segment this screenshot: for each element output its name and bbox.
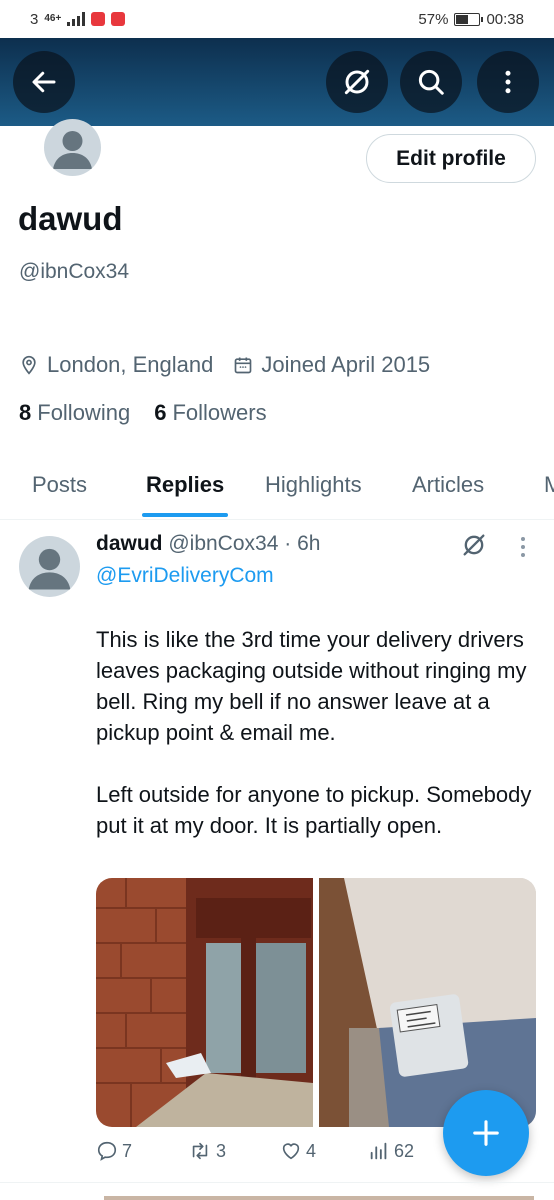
following-count: 8 [19,400,32,425]
tweet-time: 6h [297,532,321,555]
profile-meta: London, England Joined April 2015 [19,352,430,378]
tab-more-partial[interactable]: M [544,472,554,498]
reply-button[interactable]: 7 [96,1140,132,1162]
follow-stats: 8 Following 6 Followers [19,400,291,426]
status-left: 3 46+ [30,10,126,28]
reply-icon [97,1141,117,1161]
profile-handle: @ibnCox34 [19,260,130,283]
photo-door-package[interactable] [96,878,313,1127]
search-icon [418,69,444,95]
grok-icon [463,534,485,556]
back-arrow-icon [32,71,56,93]
network-type: 46+ [44,13,62,24]
tweet-paragraph: This is like the 3rd time your delivery … [96,627,527,745]
location-icon [19,354,39,376]
tweet-text: This is like the 3rd time your delivery … [96,624,541,872]
tab-highlights[interactable]: Highlights [265,472,362,498]
view-count: 62 [394,1140,415,1161]
active-tab-indicator [142,513,228,517]
profile-avatar[interactable] [44,119,101,176]
app-notification-icon [91,12,106,26]
views-button[interactable]: 62 [368,1140,414,1162]
carrier-number: 3 [30,10,39,28]
battery-percent: 57% [418,10,449,28]
default-avatar-icon [53,131,92,169]
repost-button[interactable]: 3 [188,1140,226,1162]
tab-replies[interactable]: Replies [146,472,224,498]
repost-count: 3 [216,1140,227,1161]
calendar-icon [233,355,253,375]
reply-to-mention[interactable]: @EvriDeliveryCom [96,564,274,588]
tweet-avatar[interactable] [19,536,80,597]
back-button[interactable] [13,51,75,113]
tweet-author-handle: @ibnCox34 [168,532,279,555]
followers-count: 6 [154,400,167,425]
tab-articles[interactable]: Articles [412,472,484,498]
signal-icon [67,12,86,26]
like-count: 4 [306,1140,317,1161]
plus-icon [473,1120,499,1146]
app-notification-icon-2 [111,12,126,26]
more-options-button[interactable] [477,51,539,113]
profile-header-banner [0,38,554,126]
next-post-media-edge [104,1196,534,1200]
following-link[interactable]: 8 Following [19,400,130,426]
photo-parcel-on-floor[interactable] [319,878,536,1127]
clock: 00:38 [486,10,524,28]
profile-name: dawud [18,200,123,237]
views-chart-icon [370,1142,387,1160]
like-button[interactable]: 4 [280,1140,316,1162]
tab-posts[interactable]: Posts [32,472,87,498]
tweet-grok-button[interactable] [460,531,488,564]
status-bar: 3 46+ 57% 00:38 [0,0,554,38]
tweet-more-button[interactable] [514,534,532,565]
profile-joined: Joined April 2015 [261,352,431,377]
grok-icon [344,69,370,95]
tweet-header: dawud @ibnCox34 · 6h [96,532,320,556]
search-button[interactable] [400,51,462,113]
profile-tabs: Posts Replies Highlights Articles M [0,458,554,520]
heart-icon [282,1143,300,1160]
tweet-media[interactable] [96,878,536,1127]
more-vertical-icon [521,537,525,557]
battery-icon [454,12,484,26]
grok-button[interactable] [326,51,388,113]
edit-profile-button[interactable]: Edit profile [366,134,536,183]
followers-link[interactable]: 6 Followers [154,400,266,426]
post-divider [0,1182,554,1183]
tweet-author-name[interactable]: dawud [96,532,163,555]
more-vertical-icon [505,70,511,94]
reply-count: 7 [122,1140,133,1161]
compose-post-button[interactable] [443,1090,529,1176]
status-right: 57% 00:38 [418,11,524,28]
profile-location: London, England [47,352,214,377]
repost-icon [192,1142,208,1160]
tweet-paragraph: Left outside for anyone to pickup. Someb… [96,782,532,838]
default-avatar-icon [28,548,71,590]
following-label: Following [37,400,131,425]
followers-label: Followers [172,400,267,425]
tweet-separator: · [284,532,292,555]
